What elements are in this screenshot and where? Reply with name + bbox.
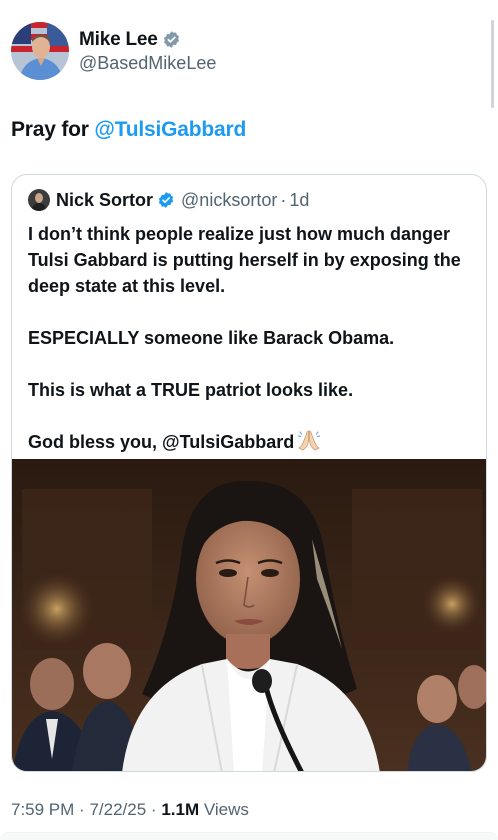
quote-header: Nick Sortor @nicksortor · 1d: [28, 189, 309, 211]
post-text-prefix: Pray for: [11, 118, 89, 141]
quote-author-handle[interactable]: @nicksortor: [181, 190, 277, 211]
quote-line: I don’t think people realize just how mu…: [28, 224, 461, 296]
quote-line: God bless you, @TulsiGabbard: [28, 432, 295, 452]
quoted-post[interactable]: Nick Sortor @nicksortor · 1d I don’t thi…: [11, 174, 487, 772]
post-header: Mike Lee @BasedMikeLee: [11, 22, 216, 80]
folded-hands-icon: [297, 429, 321, 458]
divider: [0, 832, 498, 840]
quote-avatar[interactable]: [28, 189, 50, 211]
quote-body: I don’t think people realize just how mu…: [28, 221, 478, 458]
meta-separator: ·: [79, 800, 85, 819]
quote-line: This is what a TRUE patriot looks like.: [28, 380, 354, 400]
quote-verified-badge-icon: [157, 191, 175, 209]
post-time[interactable]: 7:59 PM: [11, 800, 74, 819]
scrollbar[interactable]: [491, 20, 494, 108]
meta-separator: ·: [150, 800, 157, 819]
post-text: Pray for @TulsiGabbard: [11, 118, 246, 142]
verified-badge-icon: [162, 30, 181, 49]
mention-link[interactable]: @TulsiGabbard: [94, 118, 246, 141]
quote-line-last: God bless you, @TulsiGabbard: [28, 429, 478, 458]
quote-author-name[interactable]: Nick Sortor: [56, 190, 153, 211]
quote-line: ESPECIALLY someone like Barack Obama.: [28, 328, 395, 348]
author-handle[interactable]: @BasedMikeLee: [79, 53, 216, 74]
post-meta: 7:59 PM · 7/22/25 · 1.1M Views: [11, 800, 249, 820]
quote-separator: ·: [280, 189, 287, 210]
author-name[interactable]: Mike Lee: [79, 29, 158, 51]
quote-photo[interactable]: [12, 459, 486, 771]
avatar[interactable]: [11, 22, 69, 80]
views-count[interactable]: 1.1M: [161, 800, 199, 819]
quote-timestamp[interactable]: 1d: [289, 190, 309, 211]
post-date[interactable]: 7/22/25: [89, 800, 146, 819]
views-label[interactable]: Views: [204, 800, 249, 819]
